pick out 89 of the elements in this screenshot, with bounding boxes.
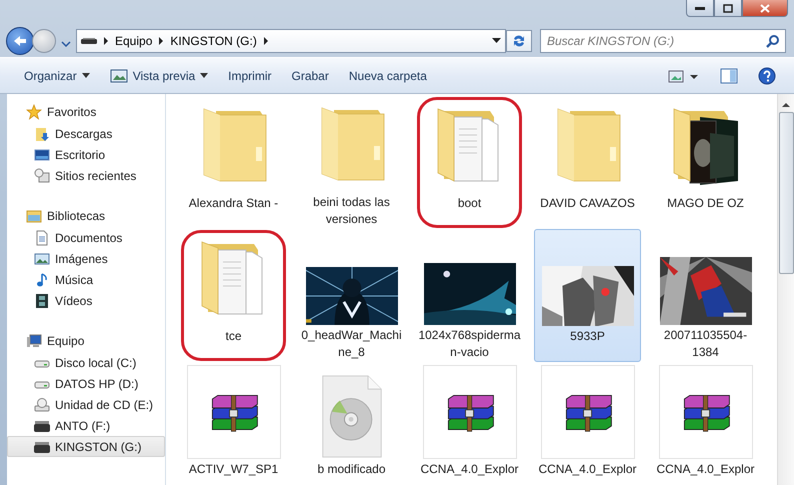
file-name: 5933P [569,328,606,345]
file-name: 1024x768spiderman-vacio [418,327,522,361]
pane-icon [720,68,738,84]
file-item[interactable]: 0_headWar_Machine_8 [298,229,405,362]
cd-drive-icon [34,396,50,412]
film-icon [34,292,50,308]
file-name: CCNA_4.0_Explor [655,461,756,478]
scroll-thumb[interactable] [778,112,794,274]
file-name: MAGO DE OZ [666,195,745,212]
chevron-icon [158,36,164,44]
search-field[interactable]: Buscar KINGSTON (G:) [540,28,786,52]
file-name: CCNA_4.0_Explor [419,461,520,478]
file-name: tce [224,328,242,345]
nav-item[interactable]: Unidad de CD (E:) [7,394,165,415]
chevron-icon [103,36,109,44]
file-name: 200711035504-1384 [662,327,748,361]
file-name: beini todas las versiones [312,194,391,228]
file-item[interactable]: beini todas las versiones [298,96,405,229]
nav-item[interactable]: Documentos [7,227,165,248]
nav-group-label: Equipo [47,334,84,348]
breadcrumb[interactable]: KINGSTON (G:) [170,34,257,48]
nav-group[interactable]: Favoritos [7,100,165,123]
maximize-icon [723,4,733,12]
back-button[interactable] [6,26,34,54]
file-item[interactable]: MAGO DE OZ [652,96,759,229]
breadcrumb[interactable]: Equipo [115,34,152,48]
usb-drive-icon [81,36,97,44]
help-icon [758,66,776,84]
star-icon [26,104,42,120]
nav-item[interactable]: Vídeos [7,290,165,311]
arrow-left-icon [13,34,27,46]
close-icon [760,4,770,12]
close-button[interactable] [742,0,788,17]
scrollbar[interactable] [777,94,794,485]
maximize-button[interactable] [714,0,742,17]
toolbar-button[interactable]: Imprimir [220,64,280,86]
file-item[interactable]: 5933P [534,229,641,362]
toolbar-button[interactable]: Nueva carpeta [340,64,435,86]
refresh-icon [511,34,527,48]
nav-item[interactable]: KINGSTON (G:) [7,436,165,457]
search-icon [766,34,780,48]
file-name: Alexandra Stan - [188,195,280,212]
caret-icon [82,73,90,78]
dropdown-icon[interactable] [492,38,501,43]
nav-item[interactable]: DATOS HP (D:) [7,373,165,394]
file-name: CCNA_4.0_Explor [537,461,638,478]
view-icon [668,68,700,82]
file-name: ACTIV_W7_SP1 [188,461,280,478]
refresh-button[interactable] [506,30,532,52]
nav-item[interactable]: Música [7,269,165,290]
nav-group-label: Favoritos [47,104,96,118]
library-icon [26,208,42,224]
nav-item[interactable]: ANTO (F:) [7,415,165,436]
arrow-up-icon [782,102,790,106]
nav-item[interactable]: Descargas [7,123,165,144]
file-name: boot [456,195,482,212]
toolbar-button[interactable]: Organizar [16,64,98,86]
file-item[interactable]: b modificado [298,362,405,485]
minimize-button[interactable] [686,0,714,17]
address-bar[interactable]: Equipo KINGSTON (G:) [76,28,506,52]
nav-item[interactable]: Sitios recientes [7,165,165,186]
file-item[interactable]: 200711035504-1384 [652,229,759,362]
file-name: 0_headWar_Machine_8 [300,327,403,361]
image-icon [110,68,128,84]
downloads-icon [34,126,50,142]
toolbar-button[interactable]: Vista previa [102,64,216,88]
music-note-icon [34,272,50,288]
nav-item[interactable]: Disco local (C:) [7,352,165,373]
toolbar-button[interactable]: Grabar [284,64,337,86]
file-item[interactable]: DAVID CAVAZOS [534,96,641,229]
computer-icon [26,332,42,348]
image-icon [34,250,50,266]
file-item[interactable]: tce [180,229,287,362]
file-item[interactable]: 1024x768spiderman-vacio [416,229,523,362]
nav-group-label: Bibliotecas [47,208,106,222]
nav-group[interactable]: Equipo [7,329,165,352]
file-item[interactable]: Alexandra Stan - [180,96,287,229]
file-item[interactable]: boot [416,96,523,229]
chevron-icon [262,36,269,44]
nav-item[interactable]: Imágenes [7,248,165,269]
minimize-icon [695,6,705,10]
desktop-icon [34,146,50,162]
file-name: DAVID CAVAZOS [539,195,636,212]
nav-group[interactable]: Bibliotecas [7,204,165,227]
nav-item[interactable]: Escritorio [7,144,165,165]
recent-places-icon [34,168,50,184]
file-name: b modificado [316,461,387,478]
document-icon [34,230,50,246]
caret-icon [200,73,208,78]
